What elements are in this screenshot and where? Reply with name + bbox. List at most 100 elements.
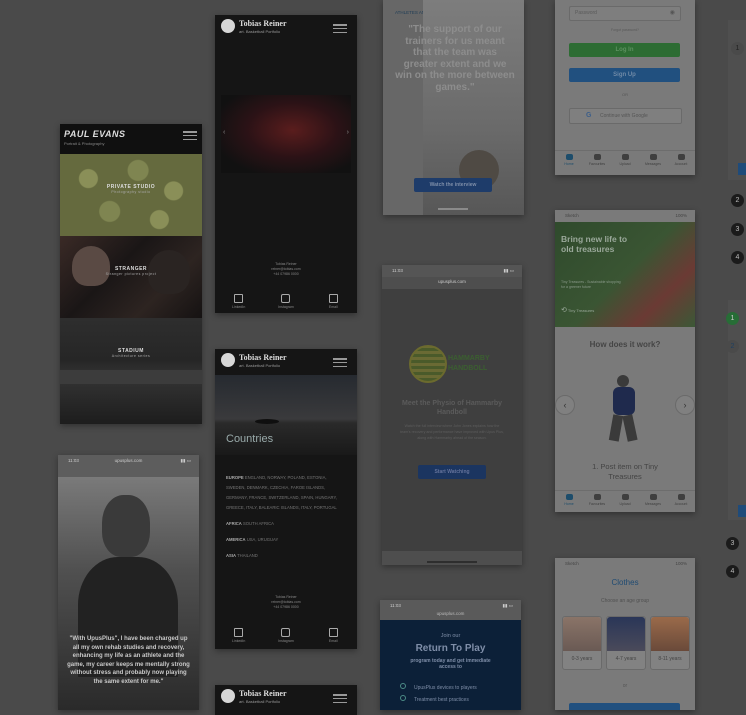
tab-upload[interactable]: Upload — [612, 151, 638, 171]
menu-icon[interactable] — [333, 694, 347, 704]
contact-info: Tobias Reiner reiner@tobias.com +44 0798… — [271, 595, 301, 609]
step-button[interactable] — [738, 505, 746, 517]
paul-evans-preview[interactable]: PAUL EVANS Portrait & Photography PRIVAT… — [60, 124, 202, 424]
hero-image: Countries — [215, 375, 357, 455]
status-bar: 11:03 upusplus.com ▮▮ ▭ — [382, 265, 522, 284]
carousel-next-button[interactable]: › — [675, 395, 695, 415]
step-button[interactable] — [738, 163, 746, 175]
home-indicator — [427, 561, 477, 563]
site-name[interactable]: Tobias Reiner — [239, 689, 287, 698]
bottom-tab-bar: Home Favourites Upload Messages Account — [555, 150, 695, 171]
section-stadium[interactable]: STADIUM Architecture series — [60, 318, 202, 424]
linkedin-icon[interactable]: LinkedIn — [224, 628, 254, 643]
site-name[interactable]: Tobias Reiner — [239, 353, 287, 362]
password-field[interactable]: Password ◉ — [569, 6, 681, 21]
site-subtitle: art. Basketball Portfolio — [239, 363, 281, 368]
step-badge: 4 — [731, 251, 744, 264]
primary-button[interactable] — [569, 703, 680, 710]
site-subtitle: art. Basketball Portfolio — [239, 29, 281, 34]
section-stranger[interactable]: STRANGER Stranger pictures project — [60, 236, 202, 318]
watch-interview-button[interactable]: Watch the interview — [414, 178, 492, 192]
site-header: PAUL EVANS Portrait & Photography — [60, 124, 202, 154]
bottom-tab-bar: Home Favourites Upload Messages Account — [555, 490, 695, 511]
carousel-prev-button[interactable]: ‹ — [555, 395, 575, 415]
page-title: Return To Play — [415, 643, 486, 654]
eye-icon[interactable]: ◉ — [670, 9, 675, 16]
carousel-dots[interactable] — [438, 208, 468, 210]
status-bar: Sketch 100% — [565, 561, 687, 566]
email-icon[interactable]: Email — [318, 294, 348, 309]
hero-banner[interactable]: Bring new life to old treasures Tiny Tre… — [555, 222, 695, 327]
tab-messages[interactable]: Messages — [640, 151, 666, 171]
menu-icon[interactable] — [333, 358, 347, 368]
age-card[interactable]: 8-11 years — [650, 616, 690, 670]
section-private-studio[interactable]: PRIVATE STUDIO Photography studio — [60, 154, 202, 236]
step-badge: 3 — [731, 223, 744, 236]
section-title: How does it work? — [589, 340, 661, 349]
boat-silhouette — [255, 419, 279, 424]
tab-account[interactable]: Account — [668, 151, 694, 171]
tab-home[interactable]: Home — [556, 151, 582, 171]
tobias-preview-partial[interactable]: Tobias Reiner art. Basketball Portfolio — [215, 685, 357, 715]
tobias-countries-preview[interactable]: Tobias Reiner art. Basketball Portfolio … — [215, 349, 357, 649]
login-button[interactable]: Log In — [569, 43, 680, 57]
site-logo[interactable]: PAUL EVANS — [64, 129, 126, 139]
age-card[interactable]: 4-7 years — [606, 616, 646, 670]
site-header: Tobias Reiner art. Basketball Portfolio — [215, 349, 357, 375]
hero-section: HAMMARBY HANDBOLL Meet the Physio of Ham… — [382, 289, 522, 551]
chevron-left-icon[interactable]: ‹ — [223, 129, 225, 136]
step-badge: 1 — [726, 312, 739, 325]
signup-button[interactable]: Sign Up — [569, 68, 680, 82]
email-icon[interactable]: Email — [318, 628, 348, 643]
hero-title: Countries — [226, 433, 274, 445]
quote-text: "The support of our trainers for us mean… — [395, 24, 515, 93]
status-bar: 11:03 upusplus.com ▮▮ ▭ — [380, 600, 521, 620]
recycle-icon: ⟲ — [561, 307, 567, 314]
google-signin-button[interactable]: G Continue with Google — [569, 108, 682, 124]
site-name[interactable]: Tobias Reiner — [239, 19, 287, 28]
step-caption: 1. Post item on Tiny Treasures — [592, 462, 658, 481]
linkedin-icon[interactable]: LinkedIn — [224, 294, 254, 309]
tab-account[interactable]: Account — [668, 491, 694, 511]
divider-or: OR — [622, 92, 628, 97]
tab-upload[interactable]: Upload — [612, 491, 638, 511]
testimonial-quote: "With UpusPlus", I have been charged up … — [67, 636, 190, 685]
section-sub: Architecture series — [111, 354, 151, 358]
page-subtitle: program today and get immediate access t… — [410, 658, 491, 670]
menu-icon[interactable] — [333, 24, 347, 34]
instagram-icon[interactable]: Instagram — [271, 294, 301, 309]
gallery-image[interactable] — [221, 95, 351, 173]
tab-favourites[interactable]: Favourites — [584, 151, 610, 171]
section-sub: Photography studio — [111, 190, 151, 194]
tab-home[interactable]: Home — [556, 491, 582, 511]
instagram-icon[interactable]: Instagram — [271, 628, 301, 643]
login-preview[interactable]: Password ◉ Forgot password? Log In Sign … — [555, 0, 695, 175]
stadium-stands — [60, 370, 202, 384]
url-bar: upusplus.com — [438, 279, 466, 284]
tab-favourites[interactable]: Favourites — [584, 491, 610, 511]
avatar — [221, 353, 235, 367]
upus-testimonial-preview[interactable]: 11:03 upusplus.com ▮▮ ▭ "With UpusPlus",… — [58, 455, 199, 710]
athlete-quote-preview[interactable]: ATHLETES AND UPUS PLUS "The support of o… — [383, 0, 524, 215]
chevron-right-icon[interactable]: › — [347, 129, 349, 136]
hammarby-preview[interactable]: 11:03 upusplus.com ▮▮ ▭ HAMMARBY HANDBOL… — [382, 265, 522, 565]
tobias-gallery-preview[interactable]: Tobias Reiner art. Basketball Portfolio … — [215, 15, 357, 313]
avatar — [221, 19, 235, 33]
url-bar: upusplus.com — [436, 611, 465, 616]
age-card[interactable]: 0-3 years — [562, 616, 602, 670]
forgot-password-link[interactable]: Forgot password? — [555, 28, 695, 32]
tab-messages[interactable]: Messages — [640, 491, 666, 511]
divider-or: or — [622, 683, 628, 689]
return-to-play-preview[interactable]: 11:03 upusplus.com ▮▮ ▭ Join our Return … — [380, 600, 521, 710]
tiny-treasures-home-preview[interactable]: Sketch 100% Bring new life to old treasu… — [555, 210, 695, 512]
site-header: Tobias Reiner art. Basketball Portfolio — [215, 685, 357, 711]
menu-icon[interactable] — [183, 131, 197, 141]
site-subtitle: art. Basketball Portfolio — [239, 699, 281, 704]
url-bar: upusplus.com — [114, 458, 143, 463]
start-watching-button[interactable]: Start Watching — [418, 465, 486, 479]
child-photo — [563, 617, 601, 651]
avatar — [221, 689, 235, 703]
page-body: Watch the full interview where John Jone… — [400, 424, 504, 440]
status-bar: Sketch 100% — [565, 213, 687, 218]
tiny-treasures-clothes-preview[interactable]: Sketch 100% Clothes Choose an age group … — [555, 558, 695, 710]
